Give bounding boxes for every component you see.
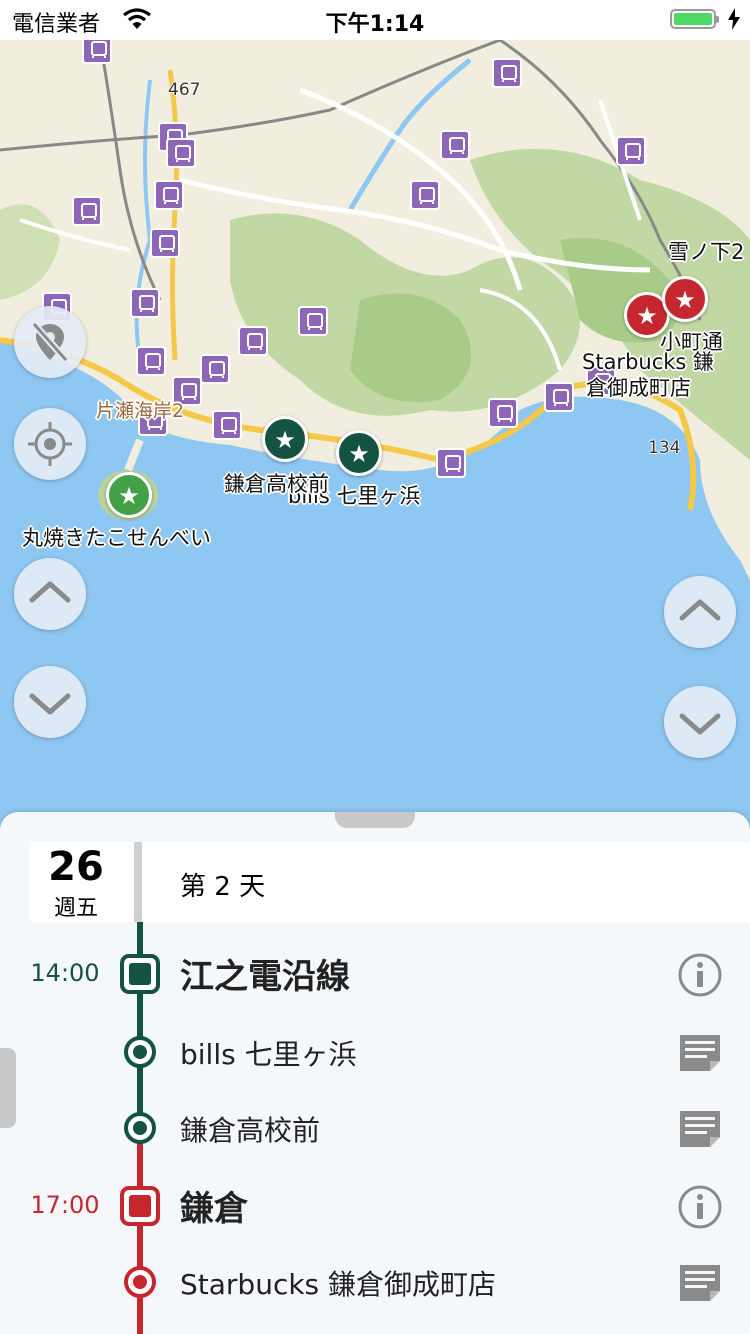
station-icon[interactable] — [488, 398, 518, 428]
poi-pin-kamakura-high[interactable]: ★ — [262, 416, 308, 462]
map-label-yukinoshita: 雪ノ下2 — [668, 240, 745, 264]
chevron-down-icon — [679, 713, 721, 735]
road-number-134: 134 — [648, 438, 681, 458]
stop-row[interactable]: bills 七里ヶ浜 — [0, 1017, 750, 1087]
chevron-up-icon — [679, 599, 721, 621]
station-icon[interactable] — [436, 448, 466, 478]
clock: 下午1:14 — [325, 12, 425, 37]
previous-stop-button-right[interactable] — [664, 576, 736, 648]
row-label: 鎌倉 — [180, 1189, 248, 1229]
stop-row[interactable]: Starbucks 鎌倉御成町店 — [0, 1247, 750, 1317]
locate-me-button[interactable] — [14, 408, 86, 480]
station-icon[interactable] — [72, 196, 102, 226]
road-number-467: 467 — [168, 80, 201, 100]
location-off-icon — [31, 321, 69, 363]
weekday-label: 週五 — [53, 896, 98, 921]
row-label: 鎌倉高校前 — [180, 1114, 321, 1147]
station-icon[interactable] — [616, 136, 646, 166]
station-icon[interactable] — [238, 326, 268, 356]
station-icon[interactable] — [150, 228, 180, 258]
station-icon[interactable] — [544, 382, 574, 412]
crosshair-icon — [28, 422, 72, 466]
poi-pin-marutaki[interactable]: ★ — [106, 472, 152, 518]
next-stop-button-left[interactable] — [14, 666, 86, 738]
star-icon: ★ — [118, 482, 140, 510]
poi-pin-bills[interactable]: ★ — [336, 430, 382, 476]
map-label-marutaki: 丸焼きたこせんべい — [22, 526, 211, 550]
itinerary-sheet[interactable]: 丸焼きたこせんべい14:00江之電沿線bills 七里ヶ浜鎌倉高校前17:00鎌… — [0, 812, 750, 1334]
row-label: bills 七里ヶ浜 — [180, 1038, 357, 1071]
battery-icon — [670, 9, 719, 29]
station-icon[interactable] — [492, 58, 522, 88]
route-row[interactable]: 14:00 江之電沿線 — [0, 939, 750, 1009]
note-icon[interactable] — [676, 1105, 724, 1153]
note-icon[interactable] — [676, 1259, 724, 1307]
charging-icon — [728, 8, 740, 30]
map-label-kamakura-high: 鎌倉高校前 — [224, 472, 329, 496]
next-stop-button-right[interactable] — [664, 686, 736, 758]
star-icon: ★ — [636, 302, 658, 330]
station-icon[interactable] — [130, 288, 160, 318]
location-off-button[interactable] — [14, 306, 86, 378]
header-divider — [134, 842, 142, 922]
map-label-starbucks-line2: 倉御成町店 — [586, 376, 691, 400]
star-icon: ★ — [348, 440, 370, 468]
day-header[interactable]: 26 週五 第 2 天 — [30, 842, 750, 922]
route-row[interactable]: 17:00 鎌倉 — [0, 1171, 750, 1241]
chevron-up-icon — [29, 581, 71, 603]
day-title: 第 2 天 — [180, 872, 266, 902]
star-icon: ★ — [674, 286, 696, 314]
info-icon[interactable] — [676, 1183, 724, 1231]
poi-pin-komachi[interactable]: ★ — [662, 276, 708, 322]
station-icon[interactable] — [82, 40, 112, 64]
station-icon[interactable] — [154, 180, 184, 210]
station-icon[interactable] — [136, 346, 166, 376]
chevron-down-icon — [29, 693, 71, 715]
station-icon[interactable] — [166, 138, 196, 168]
note-icon[interactable] — [676, 1029, 724, 1077]
station-icon[interactable] — [440, 130, 470, 160]
station-icon[interactable] — [212, 410, 242, 440]
map-label-katase: 片瀬海岸2 — [96, 400, 185, 422]
previous-stop-button-left[interactable] — [14, 558, 86, 630]
map-view[interactable]: 467 134 片瀬海岸2 雪ノ下2 小町通 Starbucks 鎌 倉御成町店… — [0, 40, 750, 830]
station-icon[interactable] — [200, 354, 230, 384]
day-number: 26 — [48, 844, 104, 890]
star-icon: ★ — [274, 426, 296, 454]
row-time: 17:00 — [30, 1191, 100, 1219]
row-label: Starbucks 鎌倉御成町店 — [180, 1268, 497, 1301]
status-bar: 電信業者 下午1:14 — [0, 0, 750, 40]
stop-row[interactable]: 鎌倉高校前 — [0, 1093, 750, 1163]
info-icon[interactable] — [676, 951, 724, 999]
station-icon[interactable] — [298, 306, 328, 336]
row-time: 14:00 — [30, 959, 100, 987]
station-icon[interactable] — [410, 180, 440, 210]
side-drawer-handle[interactable] — [0, 1048, 16, 1128]
row-label: 江之電沿線 — [180, 957, 350, 997]
